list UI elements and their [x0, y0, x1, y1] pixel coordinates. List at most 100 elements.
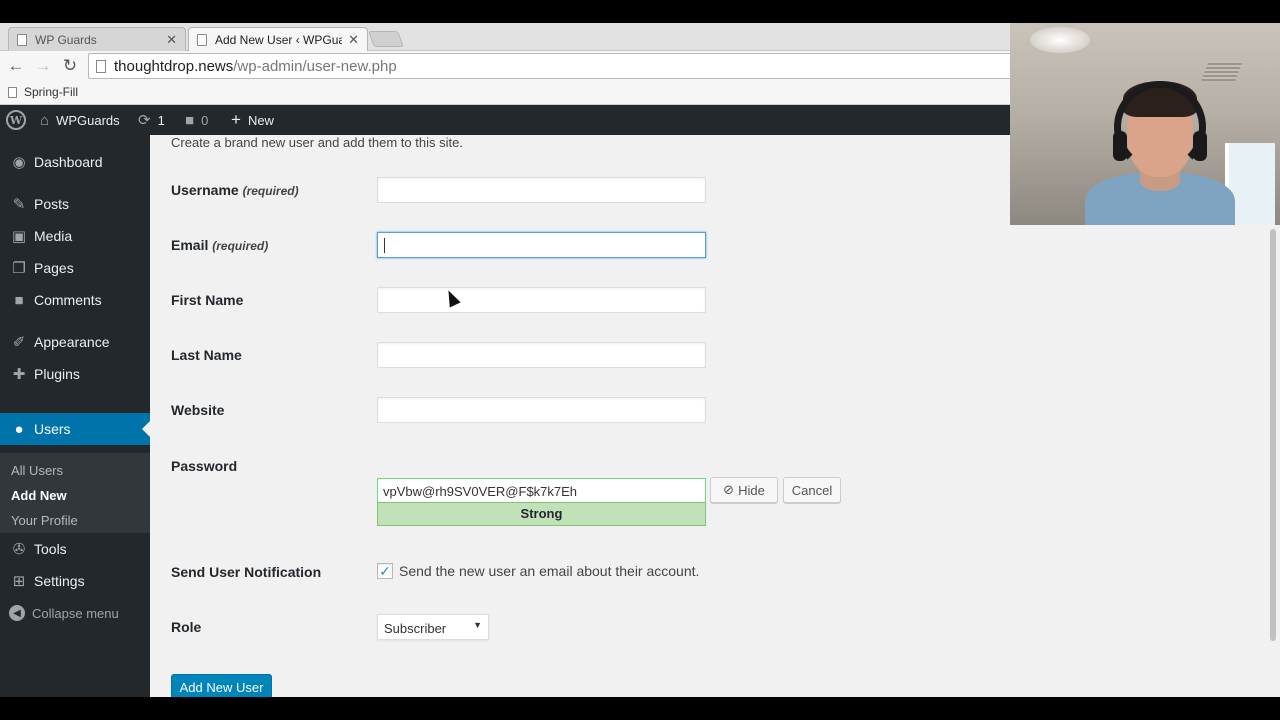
- users-submenu: All Users Add New Your Profile: [0, 453, 150, 533]
- screen-frame: WP Guards ✕ Add New User ‹ WPGuard ✕ ← →…: [0, 23, 1280, 697]
- sidebar-item-appearance[interactable]: ✐ Appearance: [0, 327, 150, 357]
- forward-arrow-icon[interactable]: →: [32, 55, 54, 77]
- email-input[interactable]: [377, 232, 706, 258]
- email-label: Email (required): [171, 237, 268, 253]
- media-icon: ▣: [11, 228, 27, 245]
- sidebar-item-label: Users: [34, 421, 71, 437]
- url-path: /wp-admin/user-new.php: [233, 57, 397, 75]
- ceiling-light: [1030, 27, 1090, 53]
- last-name-label: Last Name: [171, 347, 242, 363]
- wp-logo-menu[interactable]: W: [6, 105, 26, 135]
- tab-label: WP Guards: [35, 33, 97, 47]
- admin-sidebar: ◉ Dashboard ✎ Posts ▣ Media ❐ Pages ■ Co…: [0, 135, 150, 697]
- website-label: Website: [171, 402, 225, 418]
- comments-menu[interactable]: ■ 0: [185, 105, 208, 135]
- new-label: New: [247, 112, 274, 128]
- notification-text: Send the new user an email about their a…: [399, 563, 700, 579]
- sidebar-item-media[interactable]: ▣ Media: [0, 221, 150, 251]
- comment-icon: ■: [185, 111, 195, 129]
- sidebar-item-label: Comments: [34, 292, 102, 308]
- hide-password-button[interactable]: ⊘ Hide: [710, 477, 778, 503]
- collapse-menu-button[interactable]: ◀ Collapse menu: [0, 598, 150, 628]
- close-icon[interactable]: ✕: [348, 32, 359, 48]
- sidebar-item-tools[interactable]: ✇ Tools: [0, 534, 150, 564]
- sidebar-item-pages[interactable]: ❐ Pages: [0, 253, 150, 283]
- sidebar-item-settings[interactable]: ⊞ Settings: [0, 566, 150, 596]
- role-label: Role: [171, 619, 202, 635]
- user-icon: ●: [14, 420, 24, 438]
- sidebar-item-comments[interactable]: ■ Comments: [0, 285, 150, 315]
- submenu-add-new[interactable]: Add New: [11, 488, 67, 503]
- plus-icon: +: [231, 110, 241, 129]
- sidebar-item-label: Posts: [34, 196, 70, 212]
- page-icon: [17, 34, 27, 46]
- sidebar-item-posts[interactable]: ✎ Posts: [0, 189, 150, 219]
- close-icon[interactable]: ✕: [166, 32, 177, 48]
- pages-icon: ❐: [12, 260, 26, 277]
- ceiling-vent: [1201, 61, 1243, 81]
- sidebar-item-dashboard[interactable]: ◉ Dashboard: [0, 147, 150, 177]
- settings-icon: ⊞: [12, 573, 26, 590]
- username-label-text: Username: [171, 182, 239, 198]
- eye-slash-icon: ⊘: [723, 482, 735, 497]
- comments-icon: ■: [14, 291, 24, 309]
- password-strength-meter: Strong: [377, 502, 706, 526]
- updates-icon: ⟳: [138, 112, 151, 129]
- password-label: Password: [171, 458, 238, 474]
- website-input[interactable]: [377, 397, 706, 423]
- back-arrow-icon[interactable]: ←: [5, 55, 27, 77]
- comments-count: 0: [201, 112, 209, 128]
- dropdown-arrow-icon: ▼: [473, 620, 482, 630]
- submenu-your-profile[interactable]: Your Profile: [11, 513, 78, 528]
- email-label-text: Email: [171, 237, 209, 253]
- role-value: Subscriber: [384, 621, 447, 636]
- site-name: WPGuards: [56, 112, 120, 128]
- sidebar-item-label: Pages: [34, 260, 74, 276]
- hide-label: Hide: [738, 482, 765, 498]
- wrench-icon: ✇: [12, 541, 26, 558]
- url-domain: thoughtdrop.news: [114, 57, 234, 75]
- tab-add-new-user[interactable]: Add New User ‹ WPGuard ✕: [188, 27, 368, 52]
- bookmark-label: Spring-Fill: [24, 85, 79, 99]
- sidebar-item-label: Dashboard: [34, 154, 103, 170]
- tab-wp-guards[interactable]: WP Guards ✕: [8, 27, 186, 52]
- updates-menu[interactable]: ⟳ 1: [138, 105, 165, 135]
- page-icon: [197, 34, 207, 46]
- text-caret: [384, 238, 385, 253]
- password-input[interactable]: vpVbw@rh9SV0VER@F$k7k7Eh: [377, 478, 706, 504]
- wordpress-logo-icon: W: [6, 110, 26, 130]
- first-name-label: First Name: [171, 292, 244, 308]
- notification-checkbox[interactable]: ✓: [377, 563, 393, 579]
- sidebar-item-label: Plugins: [34, 366, 80, 382]
- brush-icon: ✐: [12, 334, 26, 351]
- home-icon: ⌂: [40, 111, 50, 129]
- reload-icon[interactable]: ↻: [59, 55, 81, 77]
- tab-label: Add New User ‹ WPGuard: [215, 33, 343, 47]
- page-intro: Create a brand new user and add them to …: [171, 135, 463, 150]
- sidebar-item-users[interactable]: ● Users: [0, 413, 150, 445]
- collapse-icon: ◀: [9, 605, 25, 621]
- dashboard-icon: ◉: [12, 154, 26, 171]
- new-tab-button[interactable]: [368, 31, 404, 47]
- notification-label: Send User Notification: [171, 564, 322, 580]
- headphone-earcup: [1193, 131, 1207, 161]
- cancel-password-button[interactable]: Cancel: [783, 477, 841, 503]
- page-scrollbar[interactable]: [1270, 229, 1276, 641]
- new-content-menu[interactable]: + New: [231, 105, 274, 135]
- last-name-input[interactable]: [377, 342, 706, 368]
- sidebar-item-label: Media: [34, 228, 73, 244]
- required-note: (required): [242, 184, 299, 198]
- pin-icon: ✎: [12, 196, 26, 213]
- first-name-input[interactable]: [377, 287, 706, 313]
- bookmark-spring-fill[interactable]: Spring-Fill: [8, 85, 78, 99]
- sidebar-item-label: Tools: [34, 541, 67, 557]
- sidebar-item-label: Appearance: [34, 334, 110, 350]
- submenu-all-users[interactable]: All Users: [11, 463, 63, 478]
- headphone-earcup: [1113, 131, 1127, 161]
- site-name-menu[interactable]: ⌂ WPGuards: [40, 105, 120, 135]
- role-select[interactable]: Subscriber ▼: [377, 614, 489, 640]
- page-icon: [96, 59, 106, 73]
- sidebar-item-plugins[interactable]: ✚ Plugins: [0, 359, 150, 389]
- add-new-user-button[interactable]: Add New User: [171, 674, 272, 697]
- username-input[interactable]: [377, 177, 706, 203]
